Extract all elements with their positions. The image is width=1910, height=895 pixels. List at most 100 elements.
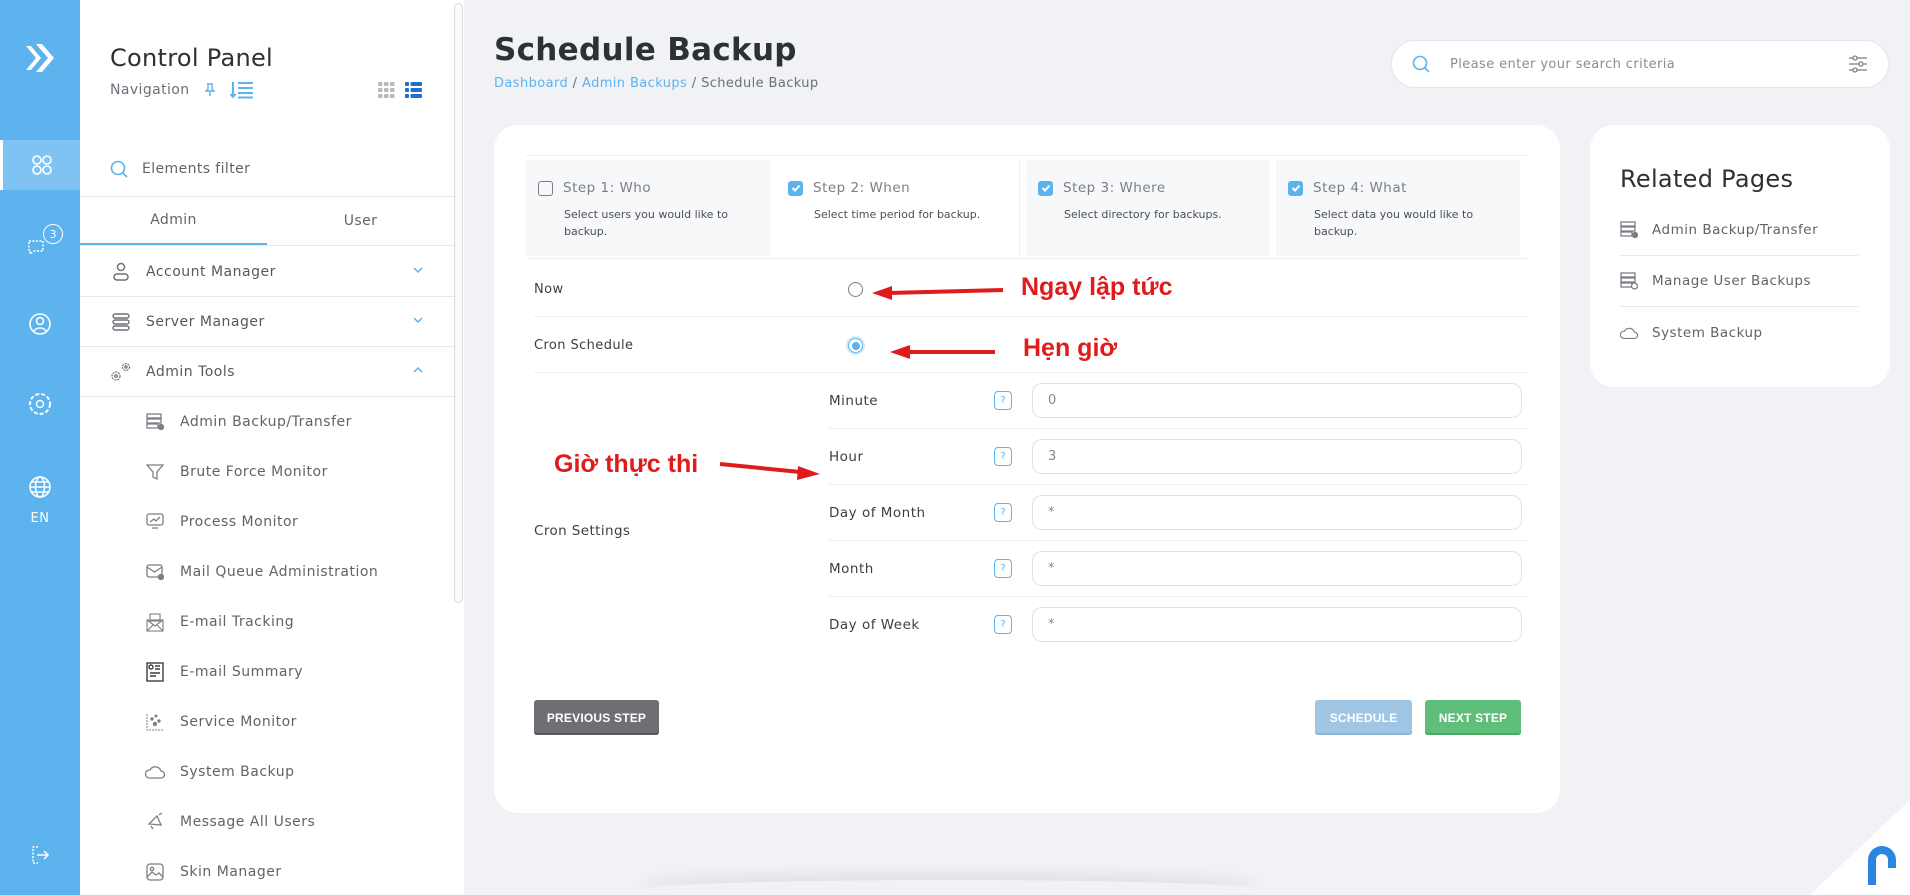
previous-step-button[interactable]: PREVIOUS STEP [534, 700, 659, 735]
sort-list-icon[interactable] [229, 81, 254, 99]
option-now-radio[interactable] [848, 282, 863, 297]
pin-icon[interactable] [203, 83, 216, 97]
cron-row-day-of-month: Day of Month ? [829, 485, 1528, 541]
related-link-label: System Backup [1652, 324, 1763, 341]
menu-item-service-monitor[interactable]: Service Monitor [144, 697, 297, 747]
breadcrumb-admin-backups[interactable]: Admin Backups [582, 76, 687, 91]
related-link-manage-user-backups[interactable]: Manage User Backups [1620, 256, 1858, 307]
cloud-icon [145, 766, 165, 779]
server-icon [112, 312, 130, 331]
mail-summary-icon [146, 662, 164, 682]
tab-user[interactable]: User [267, 197, 454, 245]
cron-row-day-of-week: Day of Week ? [829, 597, 1528, 653]
breadcrumb-current: Schedule Backup [701, 76, 819, 91]
next-step-button[interactable]: NEXT STEP [1425, 700, 1521, 735]
megaphone-icon [147, 813, 163, 830]
logo[interactable] [0, 28, 80, 88]
rail-account[interactable] [0, 299, 80, 349]
rail-messages[interactable]: 3 [0, 218, 80, 268]
monitor-chart-icon [146, 513, 164, 529]
menu-item-system-backup[interactable]: System Backup [144, 747, 294, 797]
tab-admin[interactable]: Admin [80, 197, 267, 245]
cron-row-hour: Hour ? [829, 429, 1528, 485]
grid-view-icon[interactable] [378, 82, 395, 98]
menu-item-skin-manager[interactable]: Skin Manager [144, 847, 282, 895]
help-icon[interactable]: ? [994, 447, 1012, 466]
rail-settings[interactable] [0, 379, 80, 429]
option-now-label: Now [534, 282, 564, 297]
step-description: Select data you would like to backup. [1314, 208, 1474, 238]
breadcrumb-dashboard[interactable]: Dashboard [494, 76, 568, 91]
menu-item-label: Service Monitor [180, 714, 297, 730]
global-search [1391, 40, 1889, 88]
menu-item-email-summary[interactable]: E-mail Summary [144, 647, 303, 697]
list-view-icon[interactable] [405, 82, 422, 98]
related-link-label: Admin Backup/Transfer [1652, 222, 1819, 238]
cron-settings-label: Cron Settings [534, 523, 631, 539]
day-of-week-input[interactable] [1032, 607, 1522, 642]
step-title: Step 1: Who [563, 180, 652, 196]
image-icon [146, 863, 164, 881]
step-checkbox-checked [788, 180, 803, 196]
user-circle-icon [29, 313, 51, 335]
mail-tracking-icon [146, 612, 164, 632]
menu-item-brute-force-monitor[interactable]: Brute Force Monitor [144, 447, 328, 497]
menu-group-label: Server Manager [146, 313, 265, 330]
wizard-steps: Step 1: Who Select users you would like … [526, 155, 1528, 259]
navigation-panel: Control Panel Navigation Elements filter… [80, 0, 454, 895]
month-input[interactable] [1032, 551, 1522, 586]
elements-filter[interactable]: Elements filter [110, 160, 250, 178]
related-pages-title: Related Pages [1620, 165, 1794, 193]
menu-item-process-monitor[interactable]: Process Monitor [144, 497, 298, 547]
rail-apps[interactable] [0, 140, 80, 190]
minute-input[interactable] [1032, 383, 1522, 418]
help-icon[interactable]: ? [994, 391, 1012, 410]
menu-group-server-manager[interactable]: Server Manager [80, 297, 454, 347]
menu-group-admin-tools[interactable]: Admin Tools [80, 347, 454, 397]
menu-group-account-manager[interactable]: Account Manager [80, 247, 454, 297]
rail-logout[interactable] [0, 830, 80, 880]
option-cron-radio[interactable] [848, 338, 863, 353]
menu-item-admin-backup-transfer[interactable]: Admin Backup/Transfer [144, 397, 352, 447]
page-title: Schedule Backup [494, 32, 797, 68]
step-where[interactable]: Step 3: Where Select directory for backu… [1026, 160, 1270, 256]
help-icon[interactable]: ? [994, 559, 1012, 578]
menu-group-label: Admin Tools [146, 363, 236, 380]
mail-queue-icon [146, 564, 164, 581]
step-who[interactable]: Step 1: Who Select users you would like … [526, 160, 770, 256]
menu-item-label: E-mail Summary [180, 664, 303, 680]
menu-item-mail-queue-administration[interactable]: Mail Queue Administration [144, 547, 378, 597]
menu-item-label: Message All Users [180, 814, 316, 830]
step-when[interactable]: Step 2: When Select time period for back… [776, 160, 1020, 256]
hour-input[interactable] [1032, 439, 1522, 474]
chevron-down-icon [413, 267, 423, 274]
chevron-down-icon [413, 317, 423, 324]
menu-group-label: Account Manager [146, 263, 276, 280]
rail-language[interactable]: EN [0, 470, 80, 530]
step-what[interactable]: Step 4: What Select data you would like … [1276, 160, 1520, 256]
filter-sliders-icon[interactable] [1848, 54, 1868, 74]
related-link-system-backup[interactable]: System Backup [1620, 307, 1858, 358]
help-icon[interactable]: ? [994, 503, 1012, 522]
search-input[interactable] [1450, 56, 1848, 72]
help-icon[interactable]: ? [994, 615, 1012, 634]
related-pages-card: Related Pages Admin Backup/Transfer Mana… [1590, 125, 1890, 387]
step-checkbox-checked [1038, 180, 1053, 196]
menu-item-label: System Backup [180, 764, 295, 780]
step-title: Step 2: When [813, 180, 911, 196]
menu-item-label: Process Monitor [180, 514, 299, 530]
search-icon [1412, 55, 1430, 73]
related-link-admin-backup-transfer[interactable]: Admin Backup/Transfer [1620, 205, 1858, 256]
nav-scrollbar[interactable] [454, 3, 463, 603]
menu-item-message-all-users[interactable]: Message All Users [144, 797, 315, 847]
schedule-button[interactable]: SCHEDULE [1315, 700, 1412, 735]
chevron-up-icon [413, 366, 423, 373]
corner-widget[interactable] [1780, 780, 1910, 895]
logo-chevrons-icon [26, 44, 54, 72]
day-of-month-input[interactable] [1032, 495, 1522, 530]
icon-rail: 3 EN [0, 0, 80, 895]
check-icon [1291, 184, 1300, 192]
backup-server-icon [1620, 221, 1638, 239]
menu-item-label: Brute Force Monitor [180, 464, 328, 480]
menu-item-email-tracking[interactable]: E-mail Tracking [144, 597, 294, 647]
